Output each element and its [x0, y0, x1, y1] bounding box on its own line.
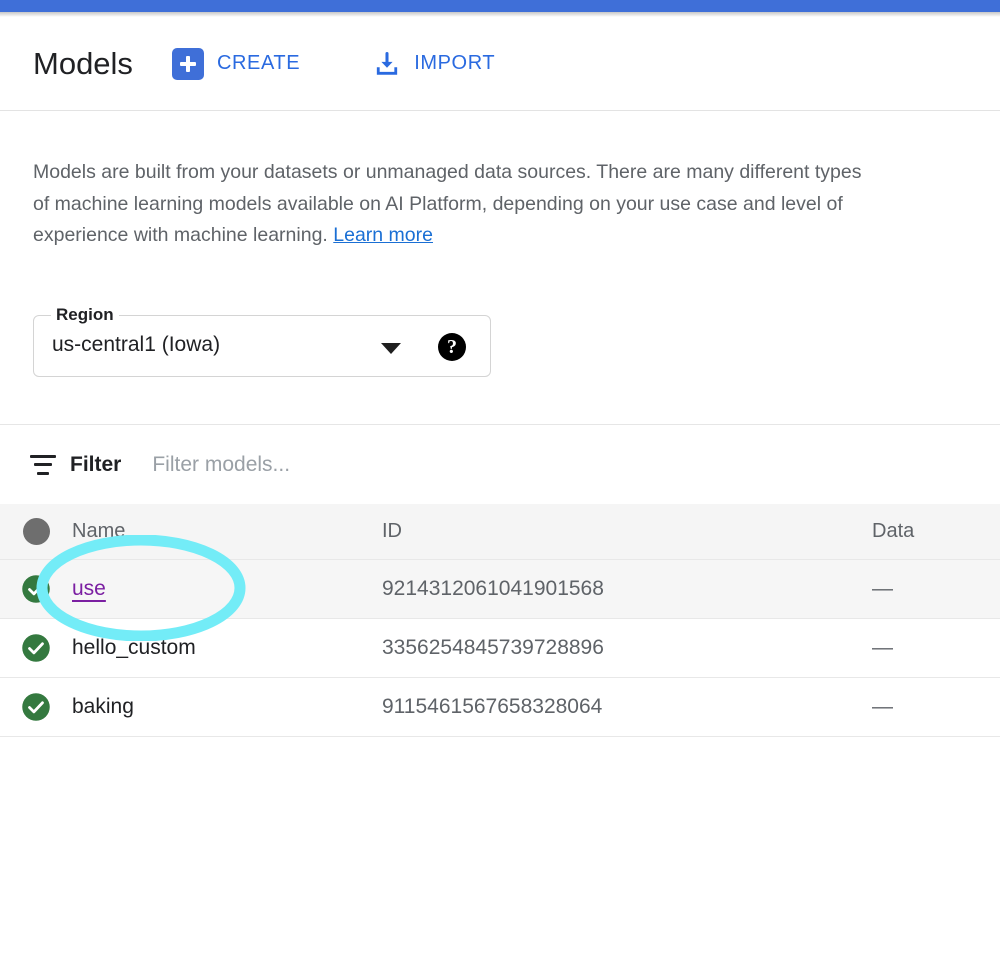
table-row[interactable]: hello_custom 3356254845739728896 — — [0, 619, 1000, 678]
region-selected-value: us-central1 (Iowa) — [52, 333, 221, 356]
row-data-cell: — — [872, 695, 893, 718]
column-header-name[interactable]: Name — [72, 520, 382, 543]
column-header-id[interactable]: ID — [382, 520, 872, 543]
region-select[interactable]: Region us-central1 (Iowa) ? — [33, 305, 491, 377]
app-top-bar — [0, 0, 1000, 12]
filter-icon[interactable] — [30, 454, 56, 475]
chevron-down-icon[interactable] — [381, 343, 401, 354]
row-id-cell: 9214312061041901568 — [382, 577, 604, 600]
page-description: Models are built from your datasets or u… — [33, 157, 1000, 252]
check-circle-icon — [22, 693, 50, 721]
download-icon — [373, 50, 401, 78]
row-id-cell: 9115461567658328064 — [382, 695, 603, 718]
check-circle-icon — [22, 575, 50, 603]
row-name-cell[interactable]: baking — [72, 695, 382, 719]
model-name-link[interactable]: use — [72, 577, 106, 600]
row-id-cell: 3356254845739728896 — [382, 636, 604, 659]
header-divider — [0, 110, 1000, 111]
create-button-label: CREATE — [216, 52, 301, 74]
filter-bar: Filter — [0, 425, 1000, 504]
models-table: Name ID Data use 9214312061041901568 — h… — [0, 504, 1000, 737]
select-all-circle-icon[interactable] — [22, 518, 50, 545]
row-name-cell[interactable]: hello_custom — [72, 636, 382, 660]
row-name-cell: use — [72, 577, 382, 601]
help-circle-icon[interactable]: ? — [438, 333, 466, 361]
page-header: Models CREATE IMPORT — [0, 17, 1000, 110]
page-title: Models — [33, 46, 133, 81]
filter-input[interactable] — [150, 451, 651, 478]
table-header-row: Name ID Data — [0, 504, 1000, 560]
row-data-cell: — — [872, 636, 893, 659]
import-button-label: IMPORT — [414, 52, 496, 74]
region-label: Region — [51, 305, 119, 325]
row-data-cell: — — [872, 577, 893, 600]
check-circle-icon — [22, 634, 50, 662]
column-header-data[interactable]: Data — [872, 520, 1000, 543]
create-button[interactable]: CREATE — [171, 47, 301, 80]
learn-more-link[interactable]: Learn more — [333, 224, 433, 246]
import-button[interactable]: IMPORT — [373, 50, 495, 78]
row-status-cell — [0, 574, 72, 604]
select-all-cell[interactable] — [0, 518, 72, 545]
table-row[interactable]: baking 9115461567658328064 — — [0, 678, 1000, 737]
table-row[interactable]: use 9214312061041901568 — — [0, 560, 1000, 619]
plus-square-icon — [171, 47, 204, 80]
row-status-cell — [0, 633, 72, 663]
filter-label: Filter — [70, 452, 122, 476]
row-status-cell — [0, 692, 72, 722]
description-text: Models are built from your datasets or u… — [33, 161, 862, 246]
